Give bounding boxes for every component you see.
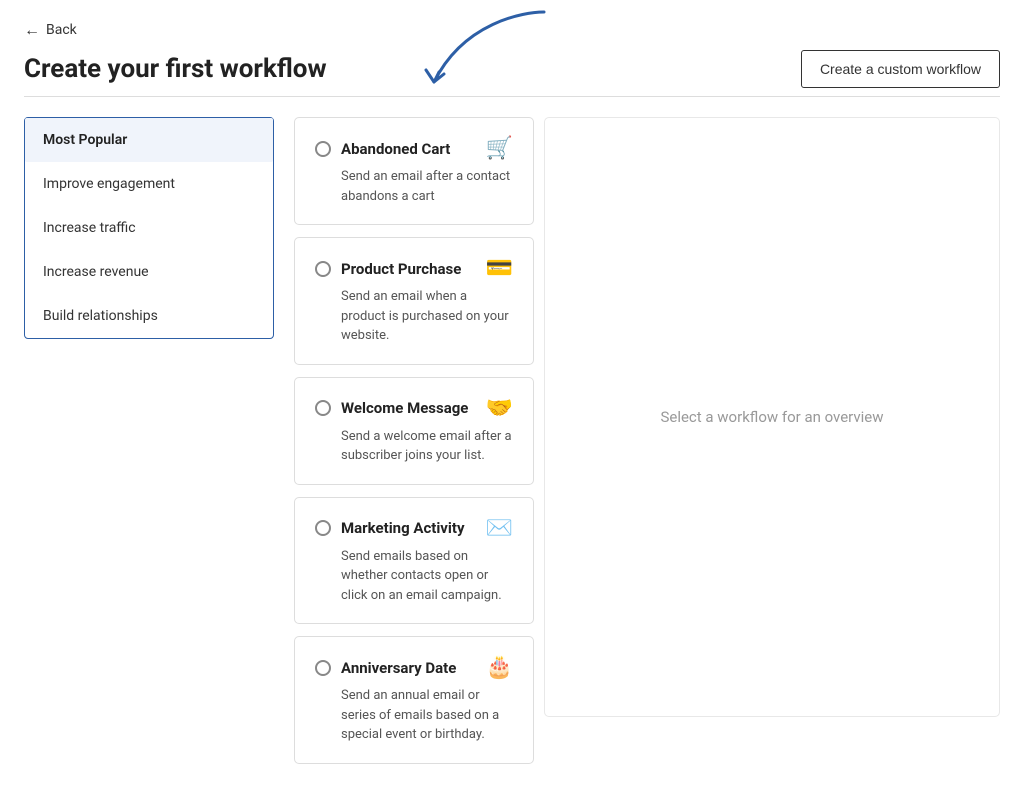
radio-marketing-activity[interactable] [315, 520, 331, 536]
title-row: Anniversary Date [315, 659, 456, 677]
create-custom-workflow-button[interactable]: Create a custom workflow [801, 50, 1000, 88]
radio-welcome-message[interactable] [315, 400, 331, 416]
back-label: Back [46, 22, 77, 38]
marketing-activity-desc: Send emails based on whether contacts op… [341, 547, 513, 606]
main-content: Most Popular Improve engagement Increase… [24, 117, 1000, 764]
workflow-card-header: Welcome Message 🤝 [315, 396, 513, 421]
sidebar-item-increase-revenue[interactable]: Increase revenue [25, 250, 273, 294]
sidebar-item-build-relationships[interactable]: Build relationships [25, 294, 273, 338]
workflow-card-product-purchase[interactable]: Product Purchase 💳 Send an email when a … [294, 237, 534, 365]
title-row: Abandoned Cart [315, 140, 450, 158]
sidebar-item-most-popular[interactable]: Most Popular [25, 118, 273, 162]
product-purchase-title: Product Purchase [341, 260, 461, 278]
welcome-message-icon: 🤝 [486, 396, 513, 421]
workflow-card-header: Product Purchase 💳 [315, 256, 513, 281]
page-title: Create your first workflow [24, 54, 327, 84]
sidebar-item-increase-traffic[interactable]: Increase traffic [25, 206, 273, 250]
workflow-card-welcome-message[interactable]: Welcome Message 🤝 Send a welcome email a… [294, 377, 534, 485]
marketing-activity-title: Marketing Activity [341, 519, 465, 537]
workflow-card-header: Anniversary Date 🎂 [315, 655, 513, 680]
welcome-message-desc: Send a welcome email after a subscriber … [341, 427, 513, 466]
product-purchase-icon: 💳 [486, 256, 513, 281]
page-header: Create your first workflow Create a cust… [24, 50, 1000, 88]
radio-product-purchase[interactable] [315, 261, 331, 277]
back-link[interactable]: ← Back [24, 20, 77, 40]
marketing-activity-icon: ✉️ [486, 516, 513, 541]
product-purchase-desc: Send an email when a product is purchase… [341, 287, 513, 346]
anniversary-date-title: Anniversary Date [341, 659, 456, 677]
radio-abandoned-cart[interactable] [315, 141, 331, 157]
abandoned-cart-title: Abandoned Cart [341, 140, 450, 158]
overview-placeholder-text: Select a workflow for an overview [660, 408, 883, 426]
title-row: Marketing Activity [315, 519, 465, 537]
header-divider [24, 96, 1000, 97]
workflow-card-abandoned-cart[interactable]: Abandoned Cart 🛒 Send an email after a c… [294, 117, 534, 225]
anniversary-date-icon: 🎂 [486, 655, 513, 680]
abandoned-cart-desc: Send an email after a contact abandons a… [341, 167, 513, 206]
workflow-card-anniversary-date[interactable]: Anniversary Date 🎂 Send an annual email … [294, 636, 534, 764]
back-arrow-icon: ← [24, 20, 40, 40]
sidebar: Most Popular Improve engagement Increase… [24, 117, 274, 339]
workflow-card-header: Abandoned Cart 🛒 [315, 136, 513, 161]
sidebar-item-improve-engagement[interactable]: Improve engagement [25, 162, 273, 206]
workflow-card-marketing-activity[interactable]: Marketing Activity ✉️ Send emails based … [294, 497, 534, 625]
anniversary-date-desc: Send an annual email or series of emails… [341, 686, 513, 745]
abandoned-cart-icon: 🛒 [486, 136, 513, 161]
radio-anniversary-date[interactable] [315, 660, 331, 676]
title-row: Welcome Message [315, 399, 468, 417]
overview-panel: Select a workflow for an overview [544, 117, 1000, 717]
welcome-message-title: Welcome Message [341, 399, 468, 417]
title-row: Product Purchase [315, 260, 461, 278]
workflow-card-header: Marketing Activity ✉️ [315, 516, 513, 541]
